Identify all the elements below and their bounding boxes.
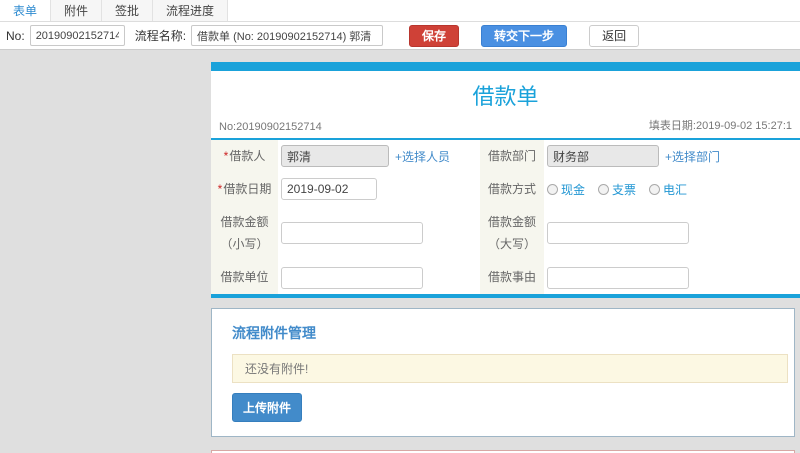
select-person-link[interactable]: +选择人员 [395,148,450,165]
save-button[interactable]: 保存 [409,24,460,47]
tab-bar-spacer [228,0,800,21]
borrower-input[interactable] [281,145,389,168]
no-attachment-notice: 还没有附件! [232,353,788,383]
no-label: No: [6,28,25,43]
loan-unit-field [278,261,480,294]
loan-method-field: 现金 支票 电汇 [544,172,800,206]
select-department-link[interactable]: +选择部门 [665,148,720,165]
page-background: 借款单 No:20190902152714 填表日期:2019-09-02 15… [0,50,800,453]
amount-lower-input[interactable] [281,222,423,245]
page-title: 借款单 [472,84,539,109]
loan-reason-field [544,261,800,294]
loan-date-input[interactable] [281,178,377,201]
radio-wire-transfer[interactable]: 电汇 [649,181,687,198]
department-field: +选择部门 [544,140,800,173]
borrower-label: *借款人 [211,140,278,173]
amount-lower-label: 借款金额（小写） [211,205,278,262]
radio-cash[interactable]: 现金 [547,181,585,198]
tab-approval[interactable]: 签批 [102,0,154,21]
upload-attachment-button[interactable]: 上传附件 [232,392,303,422]
required-mark: * [223,149,229,163]
loan-form-card: 借款单 No:20190902152714 填表日期:2019-09-02 15… [211,62,800,298]
loan-date-label: *借款日期 [211,172,278,206]
amount-lower-field [278,205,480,262]
radio-cheque[interactable]: 支票 [598,181,636,198]
process-name-input[interactable] [191,25,384,46]
loan-unit-input[interactable] [281,266,423,289]
amount-upper-label: 借款金额（大写） [480,205,544,262]
loan-unit-label: 借款单位 [211,261,278,294]
process-name-label: 流程名称: [134,29,187,43]
tab-process-progress[interactable]: 流程进度 [153,0,229,21]
content-area: 借款单 No:20190902152714 填表日期:2019-09-02 15… [211,50,800,453]
radio-icon [649,183,661,195]
tab-form[interactable]: 表单 [0,0,52,21]
attachment-section-title: 流程附件管理 [232,324,316,341]
department-input[interactable] [547,145,659,168]
back-button[interactable]: 返回 [589,24,640,47]
loan-reason-input[interactable] [547,266,689,289]
bottom-accent-bar [211,293,800,298]
no-input[interactable] [29,25,125,46]
loan-form-grid: *借款人 +选择人员 借款部门 +选择部门 *借款日期 [211,140,800,294]
next-step-button[interactable]: 转交下一步 [481,24,568,47]
amount-upper-field [544,205,800,262]
department-label: 借款部门 [480,140,544,173]
tab-attachment[interactable]: 附件 [51,0,103,21]
amount-upper-input[interactable] [547,222,689,245]
borrower-field: +选择人员 [278,140,480,173]
required-mark: * [217,181,223,196]
loan-method-label: 借款方式 [480,172,544,206]
tab-bar: 表单 附件 签批 流程进度 [0,0,800,22]
form-no-text: No:20190902152714 [219,121,322,133]
top-accent-bar [211,62,800,71]
radio-icon [547,183,558,195]
attachment-card: 流程附件管理 还没有附件! 上传附件 [211,307,795,437]
form-date-text: 填表日期:2019-09-02 15:27:1 [648,120,792,132]
form-toolbar: No: 流程名称: 保存 转交下一步 返回 [0,22,800,50]
radio-icon [598,183,610,195]
loan-date-field [278,172,480,206]
form-meta-row: No:20190902152714 填表日期:2019-09-02 15:27:… [211,115,800,140]
loan-reason-label: 借款事由 [480,261,544,294]
